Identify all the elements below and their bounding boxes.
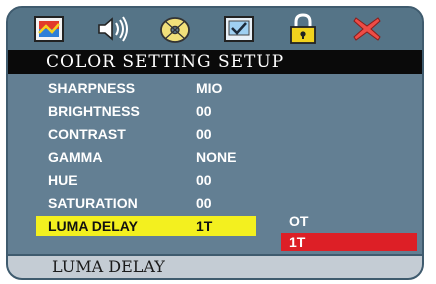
- setting-label: BRIGHTNESS: [48, 103, 140, 119]
- disc-icon[interactable]: [158, 13, 192, 45]
- setting-row-luma-delay[interactable]: LUMA DELAY 1T: [36, 216, 256, 236]
- setting-value: 00: [196, 195, 212, 211]
- setting-row-contrast[interactable]: CONTRAST 00: [36, 124, 256, 144]
- setting-label: SHARPNESS: [48, 80, 136, 96]
- setting-value: 1T: [196, 218, 213, 234]
- setting-label: CONTRAST: [48, 126, 126, 142]
- checkbox-preferences-icon[interactable]: [222, 13, 256, 45]
- exit-x-icon[interactable]: [350, 13, 384, 45]
- setting-row-hue[interactable]: HUE 00: [36, 170, 256, 190]
- setting-label: LUMA DELAY: [48, 218, 138, 234]
- setting-row-gamma[interactable]: GAMMA NONE: [36, 147, 256, 167]
- option-label: 1T: [289, 234, 306, 250]
- option-1t[interactable]: 1T: [281, 233, 417, 251]
- setting-value: NONE: [196, 149, 237, 165]
- osd-menu-frame: COLOR SETTING SETUP SHARPNESS MIO BRIGHT…: [6, 6, 424, 280]
- setting-value: 00: [196, 126, 212, 142]
- setting-label: SATURATION: [48, 195, 138, 211]
- audio-speaker-icon[interactable]: [96, 13, 130, 45]
- setting-value: MIO: [196, 80, 223, 96]
- icon-toolbar: [8, 8, 422, 50]
- status-bar: LUMA DELAY: [8, 254, 422, 278]
- picture-icon[interactable]: [32, 13, 66, 45]
- setting-row-saturation[interactable]: SATURATION 00: [36, 193, 256, 213]
- setting-row-sharpness[interactable]: SHARPNESS MIO: [36, 78, 256, 98]
- setting-row-brightness[interactable]: BRIGHTNESS 00: [36, 101, 256, 121]
- setting-label: GAMMA: [48, 149, 103, 165]
- option-ot[interactable]: OT: [281, 212, 417, 230]
- page-title: COLOR SETTING SETUP: [8, 50, 422, 74]
- status-text: LUMA DELAY: [52, 257, 165, 276]
- setting-value: 00: [196, 172, 212, 188]
- setting-value: 00: [196, 103, 212, 119]
- option-label: OT: [289, 213, 309, 229]
- lock-icon[interactable]: [286, 13, 320, 45]
- setting-label: HUE: [48, 172, 78, 188]
